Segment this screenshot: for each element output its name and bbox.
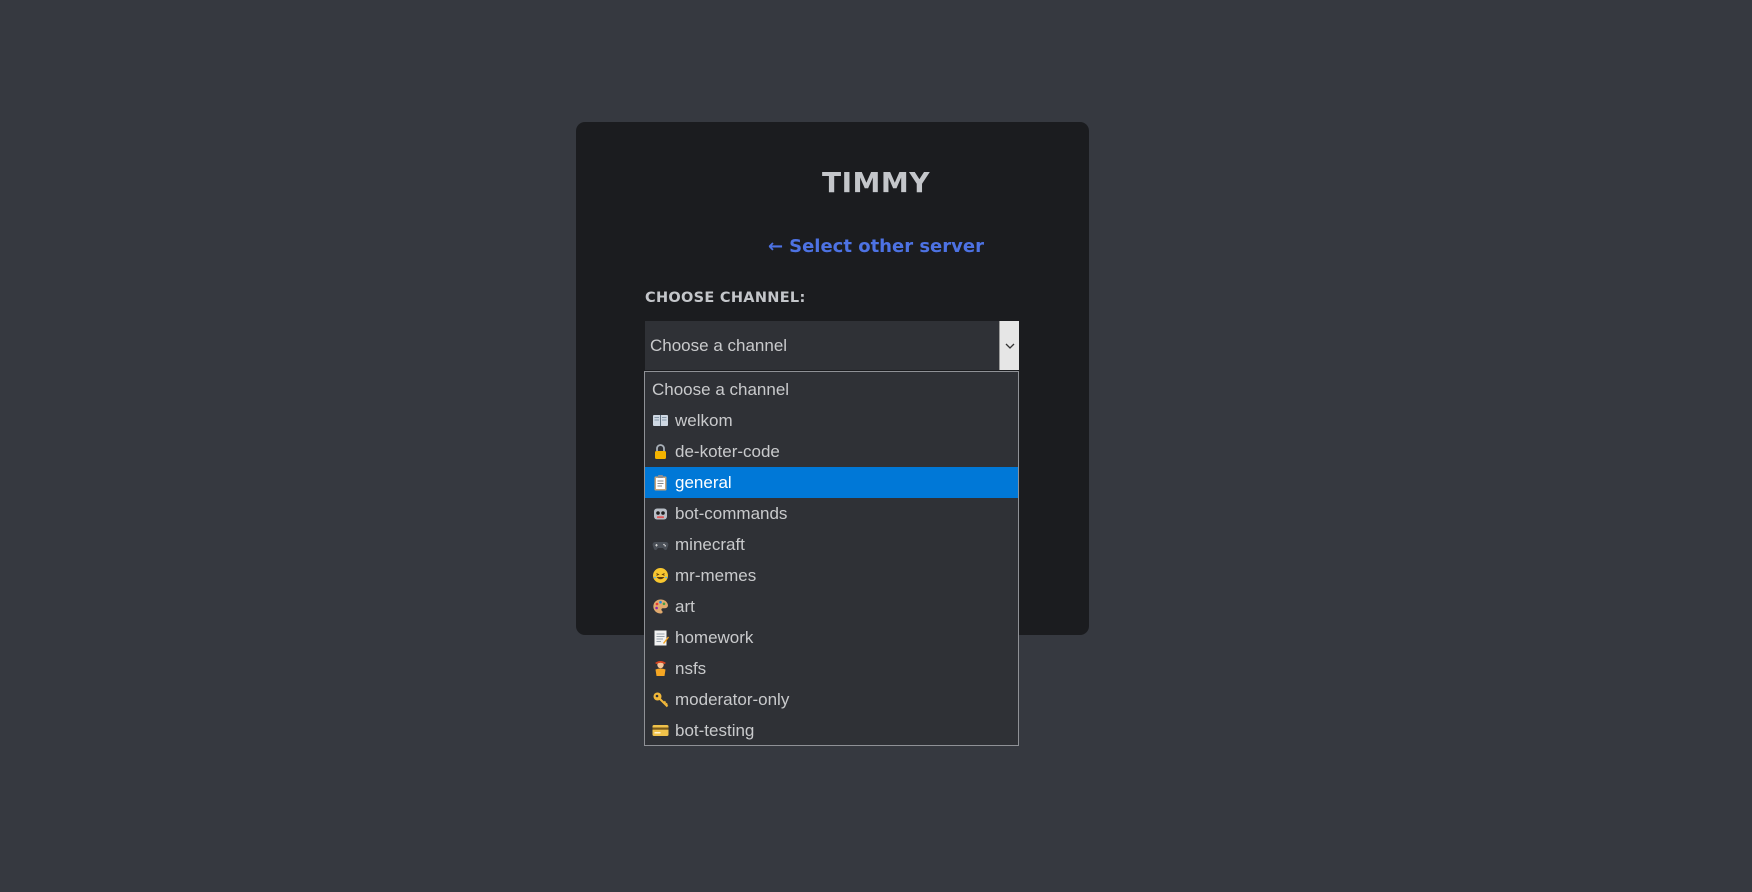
key-icon bbox=[653, 692, 669, 708]
robot-icon bbox=[654, 508, 667, 520]
option-label: homework bbox=[675, 628, 754, 647]
select-other-server-link[interactable]: ← Select other server bbox=[0, 236, 1752, 257]
option-choose-a-channel[interactable]: Choose a channel bbox=[645, 374, 1018, 405]
card-icon bbox=[652, 725, 669, 736]
open-book-icon bbox=[653, 415, 668, 426]
select-other-server-label: Select other server bbox=[789, 236, 984, 257]
option-nsfs[interactable]: nsfs bbox=[645, 653, 1018, 684]
option-label: general bbox=[675, 473, 732, 492]
palette-icon bbox=[653, 599, 668, 614]
option-label: art bbox=[675, 597, 695, 616]
channel-dropdown-list: Choose a channel welkom de-koter-code ge… bbox=[644, 371, 1019, 746]
channel-select[interactable]: Choose a channel bbox=[645, 321, 1019, 370]
chevron-down-icon[interactable] bbox=[999, 321, 1019, 370]
arrow-left-icon: ← bbox=[768, 236, 784, 257]
option-mr-memes[interactable]: mr-memes bbox=[645, 560, 1018, 591]
laughing-face-icon bbox=[653, 568, 668, 583]
option-label: bot-testing bbox=[675, 721, 755, 740]
option-label: minecraft bbox=[675, 535, 745, 554]
option-label: mr-memes bbox=[675, 566, 757, 585]
option-label: bot-commands bbox=[675, 504, 788, 523]
lock-icon bbox=[655, 444, 666, 459]
option-homework[interactable]: homework bbox=[645, 622, 1018, 653]
memo-icon bbox=[654, 630, 669, 646]
option-bot-commands[interactable]: bot-commands bbox=[645, 498, 1018, 529]
option-moderator-only[interactable]: moderator-only bbox=[645, 684, 1018, 715]
game-controller-icon bbox=[652, 542, 669, 551]
option-de-koter-code[interactable]: de-koter-code bbox=[645, 436, 1018, 467]
option-label: moderator-only bbox=[675, 690, 790, 709]
option-minecraft[interactable]: minecraft bbox=[645, 529, 1018, 560]
option-bot-testing[interactable]: bot-testing bbox=[645, 715, 1018, 745]
clipboard-icon bbox=[654, 475, 667, 491]
person-icon bbox=[655, 661, 666, 676]
option-label: welkom bbox=[675, 411, 733, 430]
option-label: nsfs bbox=[675, 659, 707, 678]
option-art[interactable]: art bbox=[645, 591, 1018, 622]
server-title: TIMMY bbox=[821, 166, 931, 199]
option-welkom[interactable]: welkom bbox=[645, 405, 1018, 436]
option-general[interactable]: general bbox=[645, 467, 1018, 498]
choose-channel-label: CHOOSE CHANNEL: bbox=[645, 290, 806, 306]
option-label: de-koter-code bbox=[675, 442, 780, 461]
option-label: Choose a channel bbox=[652, 380, 790, 399]
channel-select-value: Choose a channel bbox=[650, 336, 788, 355]
